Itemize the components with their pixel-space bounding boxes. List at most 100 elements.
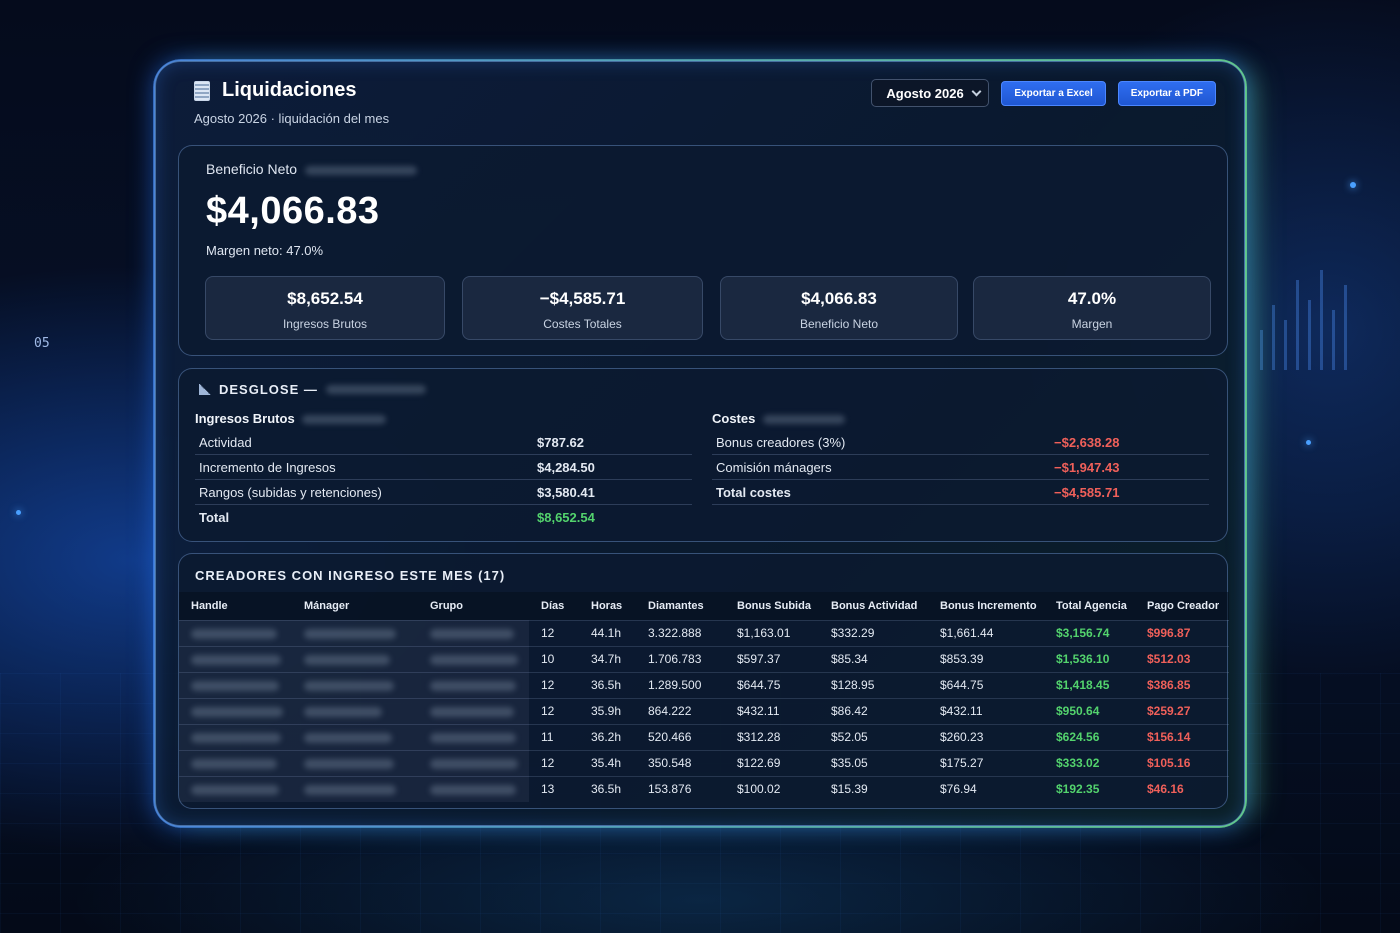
redacted-text bbox=[302, 415, 387, 425]
table-cell: 34.7h bbox=[579, 645, 636, 672]
creators-card: CREADORES CON INGRESO ESTE MES (17) Hand… bbox=[178, 553, 1229, 809]
column-header[interactable]: Horas bbox=[579, 592, 636, 620]
column-header[interactable]: Total Agencia bbox=[1044, 592, 1135, 620]
redacted-cell bbox=[179, 697, 292, 724]
cost-row-amount: −$2,638.28 bbox=[1054, 434, 1120, 450]
table-cell: $332.29 bbox=[819, 619, 928, 646]
column-header[interactable]: Handle bbox=[179, 592, 292, 620]
redacted-text bbox=[304, 706, 382, 717]
column-header[interactable]: Días bbox=[529, 592, 579, 620]
table-cell: $312.28 bbox=[725, 723, 819, 750]
redacted-text bbox=[430, 732, 516, 743]
table-cell: $644.75 bbox=[928, 671, 1044, 698]
month-select[interactable]: Agosto 2026 bbox=[871, 79, 990, 107]
redacted-text bbox=[191, 758, 277, 769]
table-cell: $1,163.01 bbox=[725, 619, 819, 646]
cost-row-amount: −$1,947.43 bbox=[1054, 459, 1120, 475]
redacted-text bbox=[191, 785, 279, 796]
column-header[interactable]: Grupo bbox=[418, 592, 529, 620]
creators-title: CREADORES CON INGRESO ESTE MES (17) bbox=[195, 568, 506, 583]
net-profit-card: Beneficio Neto $4,066.83 Margen neto: 47… bbox=[178, 145, 1228, 356]
background-dot bbox=[1350, 182, 1356, 188]
kpi-value: −$4,585.71 bbox=[539, 289, 626, 308]
export-excel-button[interactable]: Exportar a Excel bbox=[1001, 80, 1106, 106]
month-select-value: Agosto 2026 bbox=[886, 85, 964, 101]
table-row[interactable]: 12 36.5h 1.289.500 $644.75 $128.95 $644.75 $1,… bbox=[179, 671, 1229, 698]
redacted-cell bbox=[418, 775, 529, 802]
table-cell: $950.64 bbox=[1044, 697, 1135, 724]
redacted-cell bbox=[292, 671, 418, 698]
table-cell: $156.14 bbox=[1135, 723, 1229, 750]
table-cell: $192.35 bbox=[1044, 775, 1135, 802]
breakdown-card: DESGLOSE — Ingresos Brutos Actividad $78… bbox=[178, 368, 1228, 542]
kpi-value: $8,652.54 bbox=[287, 289, 363, 308]
kpi-value: 47.0% bbox=[1067, 289, 1117, 308]
table-cell: 12 bbox=[529, 697, 579, 724]
breakdown-title: DESGLOSE — bbox=[199, 382, 426, 397]
redacted-cell bbox=[292, 749, 418, 776]
page-subtitle: Agosto 2026 · liquidación del mes bbox=[194, 111, 390, 126]
redacted-text bbox=[191, 680, 279, 691]
cost-row: Comisión mánagers −$1,947.43 bbox=[712, 455, 1209, 480]
redacted-text bbox=[430, 758, 518, 769]
page-header: Liquidaciones Agosto 2026 · liquidación … bbox=[194, 79, 1234, 129]
redacted-text bbox=[304, 785, 396, 796]
redacted-cell bbox=[418, 619, 529, 646]
kpi-total-costs: −$4,585.71 Costes Totales bbox=[462, 276, 703, 340]
table-row[interactable]: 12 44.1h 3.322.888 $1,163.01 $332.29 $1,661.4… bbox=[179, 619, 1229, 646]
chevron-down-icon bbox=[971, 86, 982, 96]
redacted-cell bbox=[292, 645, 418, 672]
table-cell: $512.03 bbox=[1135, 645, 1229, 672]
table-cell: 13 bbox=[529, 775, 579, 802]
receipt-icon bbox=[194, 80, 210, 101]
table-cell: $432.11 bbox=[725, 697, 819, 724]
table-row[interactable]: 12 35.4h 350.548 $122.69 $35.05 $175.27 $333.0… bbox=[179, 749, 1229, 776]
breakdown-title-text: DESGLOSE — bbox=[219, 382, 318, 397]
table-cell: 1.706.783 bbox=[636, 645, 725, 672]
kpi-net-profit: $4,066.83 Beneficio Neto bbox=[720, 276, 958, 340]
header-controls: Agosto 2026 Exportar a Excel Exportar a … bbox=[871, 79, 1216, 107]
table-cell: $1,536.10 bbox=[1044, 645, 1135, 672]
redacted-text bbox=[191, 628, 277, 639]
redacted-text bbox=[430, 706, 514, 717]
export-pdf-button[interactable]: Exportar a PDF bbox=[1117, 80, 1216, 106]
column-header[interactable]: Bonus Actividad bbox=[819, 592, 928, 620]
table-cell: 36.5h bbox=[579, 671, 636, 698]
income-row-amount: $4,284.50 bbox=[537, 459, 595, 475]
table-row[interactable]: 10 34.7h 1.706.783 $597.37 $85.34 $853.39 $1,5… bbox=[179, 645, 1229, 672]
settlements-window: Liquidaciones Agosto 2026 · liquidación … bbox=[154, 60, 1246, 827]
table-cell: 350.548 bbox=[636, 749, 725, 776]
table-row[interactable]: 13 36.5h 153.876 $100.02 $15.39 $76.94 $192.35… bbox=[179, 775, 1229, 802]
redacted-cell bbox=[292, 723, 418, 750]
redacted-cell bbox=[179, 671, 292, 698]
redacted-text bbox=[430, 680, 516, 691]
costs-column: Costes Bonus creadores (3%) −$2,638.28 C… bbox=[712, 411, 1209, 505]
ruler-icon bbox=[199, 384, 211, 395]
redacted-cell bbox=[292, 619, 418, 646]
table-cell: 3.322.888 bbox=[636, 619, 725, 646]
page-title: Liquidaciones bbox=[222, 79, 357, 101]
redacted-text bbox=[191, 706, 283, 717]
column-header[interactable]: Bonus Incremento bbox=[928, 592, 1044, 620]
column-header[interactable]: Diamantes bbox=[636, 592, 725, 620]
column-header[interactable]: Mánager bbox=[292, 592, 418, 620]
table-cell: $597.37 bbox=[725, 645, 819, 672]
table-cell: $996.87 bbox=[1135, 619, 1229, 646]
income-row-label: Rangos (subidas y retenciones) bbox=[199, 484, 382, 500]
net-profit-value: $4,066.83 bbox=[206, 190, 380, 232]
column-header[interactable]: Pago Creador bbox=[1135, 592, 1229, 620]
income-row-amount: $3,580.41 bbox=[537, 484, 595, 500]
net-profit-label: Beneficio Neto bbox=[206, 161, 417, 177]
table-cell: 1.289.500 bbox=[636, 671, 725, 698]
column-header[interactable]: Bonus Subida bbox=[725, 592, 819, 620]
background-dot bbox=[1306, 440, 1311, 445]
redacted-cell bbox=[418, 697, 529, 724]
table-cell: 44.1h bbox=[579, 619, 636, 646]
table-row[interactable]: 11 36.2h 520.466 $312.28 $52.05 $260.23 $624.5… bbox=[179, 723, 1229, 750]
table-cell: 11 bbox=[529, 723, 579, 750]
redacted-cell bbox=[292, 697, 418, 724]
table-cell: $15.39 bbox=[819, 775, 928, 802]
table-row[interactable]: 12 35.9h 864.222 $432.11 $86.42 $432.11 $950.6… bbox=[179, 697, 1229, 724]
costs-heading-text: Costes bbox=[712, 411, 756, 426]
table-cell: $35.05 bbox=[819, 749, 928, 776]
